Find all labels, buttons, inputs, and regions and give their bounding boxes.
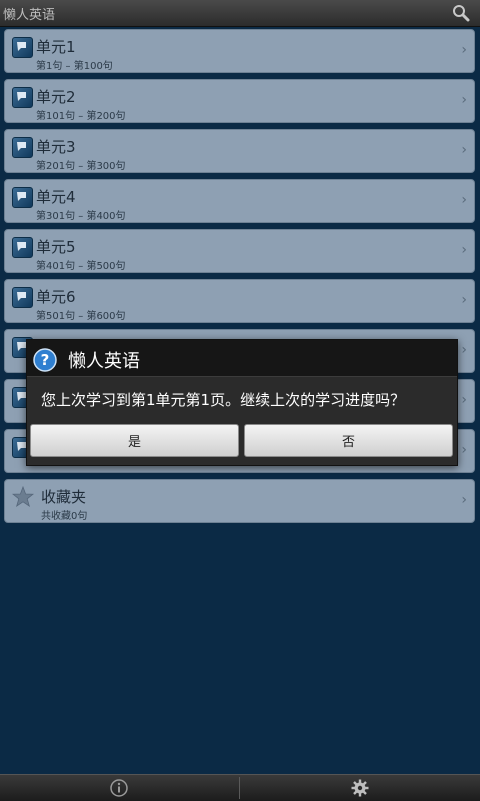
dialog-title-bar: ? 懒人英语 (27, 340, 457, 377)
dialog-title: 懒人英语 (68, 351, 140, 372)
svg-text:?: ? (41, 351, 50, 369)
dialog-message: 您上次学习到第1单元第1页。继续上次的学习进度吗？ (41, 391, 406, 409)
question-icon: ? (33, 348, 57, 372)
no-button[interactable]: 否 (244, 424, 453, 457)
yes-button[interactable]: 是 (30, 424, 239, 457)
resume-dialog: ? 懒人英语 您上次学习到第1单元第1页。继续上次的学习进度吗？ 是 否 (26, 339, 458, 466)
